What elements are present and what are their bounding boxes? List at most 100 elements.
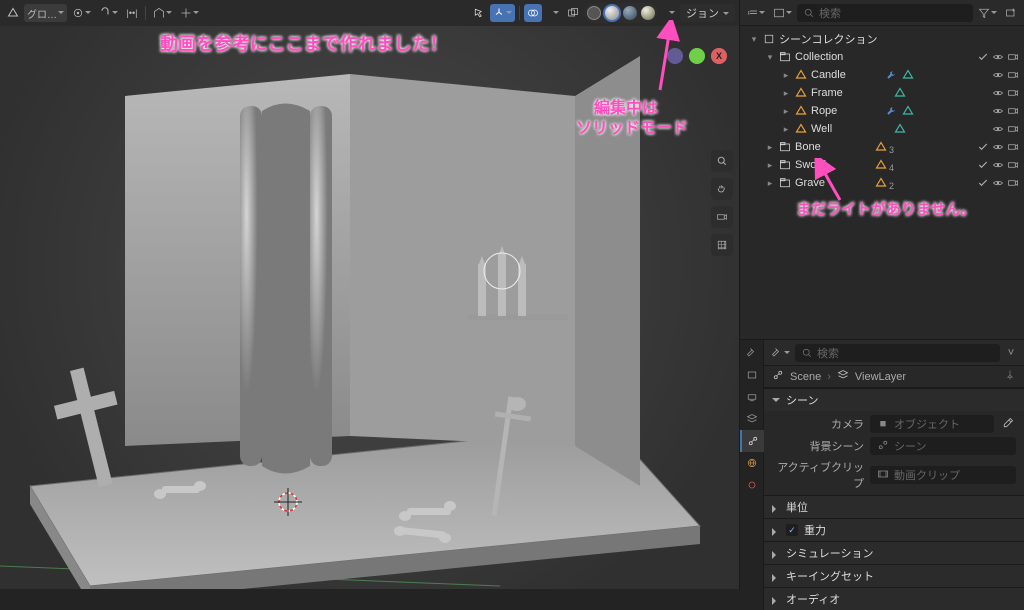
prop-tab-tool[interactable] <box>740 342 764 364</box>
cam-toggle-icon[interactable] <box>1006 68 1020 82</box>
outliner-row-rope[interactable]: ▸Rope <box>740 102 1024 120</box>
cam-toggle-icon[interactable] <box>1006 50 1020 64</box>
cam-toggle-icon[interactable] <box>1006 176 1020 190</box>
disclosure-triangle-icon[interactable]: ▸ <box>781 124 791 135</box>
viewport-options[interactable]: ジョン <box>680 4 735 22</box>
disclosure-triangle-icon[interactable]: ▸ <box>765 178 775 189</box>
chk-toggle-icon[interactable] <box>976 158 990 172</box>
eyedropper-icon[interactable] <box>1000 417 1016 432</box>
chk-toggle-icon[interactable] <box>976 50 990 64</box>
outliner-row-collection[interactable]: ▾Collection <box>740 48 1024 66</box>
prop-tab-scene[interactable] <box>740 430 764 452</box>
properties-header: 検索 ˅ <box>764 340 1024 366</box>
outliner-row-bone[interactable]: ▸Bone3 <box>740 138 1024 156</box>
snap-select[interactable] <box>96 4 121 22</box>
section-audio-header[interactable]: オーディオ <box>764 588 1024 610</box>
eye-toggle-icon[interactable] <box>991 50 1005 64</box>
mesh-icon <box>794 122 808 136</box>
row-active-clip: アクティブクリップ 動画クリップ <box>772 459 1016 491</box>
prop-tab-viewlayer[interactable] <box>740 408 764 430</box>
orientation-select[interactable] <box>150 4 175 22</box>
child-count: 3 <box>889 145 894 155</box>
properties-search[interactable]: 検索 <box>795 344 1000 362</box>
camera-field[interactable]: ■オブジェクト <box>870 415 994 433</box>
shading-wireframe[interactable] <box>585 4 603 22</box>
outliner-new-collection[interactable] <box>1002 4 1020 22</box>
prop-tab-world[interactable] <box>740 452 764 474</box>
vg-icon <box>893 122 907 136</box>
layer-icon <box>837 369 849 384</box>
viewport-header: グロ… |••| <box>0 0 739 26</box>
shading-dropdown[interactable] <box>660 4 678 22</box>
outliner-editor-type[interactable]: ≔ <box>744 4 768 22</box>
disclosure-triangle-icon[interactable]: ▸ <box>781 106 791 117</box>
section-units-header[interactable]: 単位 <box>764 496 1024 518</box>
prop-editor-type[interactable] <box>768 344 793 362</box>
disclosure-triangle-icon[interactable]: ▸ <box>765 160 775 171</box>
pin-icon[interactable] <box>1004 369 1016 384</box>
outliner-row-frame[interactable]: ▸Frame <box>740 84 1024 102</box>
shading-material[interactable] <box>621 4 639 22</box>
shading-solid[interactable] <box>603 4 621 22</box>
outliner-row-grave[interactable]: ▸Grave2 <box>740 174 1024 192</box>
section-keying-header[interactable]: キーイングセット <box>764 565 1024 587</box>
overlay-toggle[interactable] <box>524 4 542 22</box>
disclosure-triangle-icon[interactable]: ▾ <box>765 52 775 63</box>
section-simulation-header[interactable]: シミュレーション <box>764 542 1024 564</box>
shading-mode-switcher[interactable] <box>584 3 658 23</box>
cam-toggle-icon[interactable] <box>1006 86 1020 100</box>
editor-type-icon[interactable] <box>4 4 22 22</box>
mode-select[interactable]: グロ… <box>24 4 67 22</box>
properties-options[interactable]: ˅ <box>1002 344 1020 362</box>
viewport-3d[interactable]: グロ… |••| <box>0 0 739 589</box>
eye-toggle-icon[interactable] <box>991 86 1005 100</box>
xray-toggle[interactable] <box>564 4 582 22</box>
eye-toggle-icon[interactable] <box>991 104 1005 118</box>
active-clip-field[interactable]: 動画クリップ <box>870 466 1016 484</box>
bg-scene-field[interactable]: シーン <box>870 437 1016 455</box>
disclosure-triangle-icon[interactable]: ▸ <box>781 88 791 99</box>
cam-toggle-icon[interactable] <box>1006 104 1020 118</box>
eye-toggle-icon[interactable] <box>991 158 1005 172</box>
vg-icon <box>893 86 907 100</box>
outliner-filter[interactable] <box>975 4 1000 22</box>
cam-toggle-icon[interactable] <box>1006 158 1020 172</box>
outliner-row-candle[interactable]: ▸ Candle <box>740 66 1024 84</box>
prop-tab-render[interactable] <box>740 364 764 386</box>
chk-toggle-icon[interactable] <box>976 176 990 190</box>
section-scene-header[interactable]: シーン <box>764 389 1024 411</box>
row-label: Candle <box>811 69 881 81</box>
mesh-icon <box>874 176 888 190</box>
eye-toggle-icon[interactable] <box>991 68 1005 82</box>
annotation-mid2: ソリッドモード <box>576 114 688 138</box>
gizmo-visibility[interactable] <box>490 4 515 22</box>
chk-toggle-icon[interactable] <box>976 140 990 154</box>
coll-icon <box>778 50 792 64</box>
outliner-search[interactable]: 検索 <box>797 4 973 22</box>
eye-toggle-icon[interactable] <box>991 140 1005 154</box>
eye-toggle-icon[interactable] <box>991 122 1005 136</box>
cam-toggle-icon[interactable] <box>1006 122 1020 136</box>
gravity-checkbox[interactable]: ✓ <box>786 524 798 536</box>
eye-toggle-icon[interactable] <box>991 176 1005 190</box>
disclosure-triangle-icon[interactable]: ▾ <box>749 34 759 45</box>
disclosure-triangle-icon[interactable]: ▸ <box>765 142 775 153</box>
cam-toggle-icon[interactable] <box>1006 140 1020 154</box>
prop-tab-physics[interactable] <box>740 474 764 496</box>
prop-tab-output[interactable] <box>740 386 764 408</box>
pivot-select[interactable] <box>69 4 94 22</box>
shading-rendered[interactable] <box>639 4 657 22</box>
outliner-row-sword[interactable]: ▸Sword4 <box>740 156 1024 174</box>
overlay-dropdown[interactable] <box>544 4 562 22</box>
section-gravity-header[interactable]: ✓重力 <box>764 519 1024 541</box>
outliner-row-well[interactable]: ▸Well <box>740 120 1024 138</box>
outliner-tree[interactable]: ▾シーンコレクション▾Collection▸Candle▸Frame▸Rope▸… <box>740 26 1024 339</box>
vg-icon <box>901 68 915 82</box>
prop-edit-icon[interactable]: |••| <box>123 4 141 22</box>
vg-icon <box>901 104 915 118</box>
outliner-display-mode[interactable] <box>770 4 795 22</box>
disclosure-triangle-icon[interactable]: ▸ <box>781 70 791 81</box>
transform-dropdown[interactable] <box>177 4 202 22</box>
outliner-row--[interactable]: ▾シーンコレクション <box>740 30 1024 48</box>
select-tool-icon[interactable] <box>470 4 488 22</box>
